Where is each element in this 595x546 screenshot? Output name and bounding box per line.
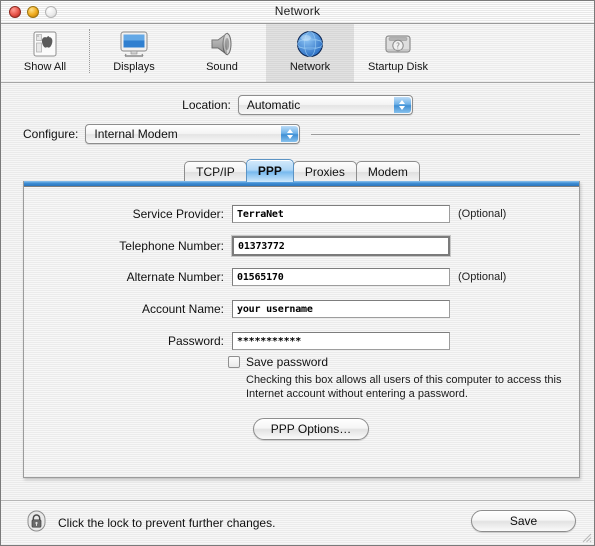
save-password-label: Save password [246,355,329,369]
resize-grip-icon[interactable] [579,530,592,543]
tab-proxies[interactable]: Proxies [292,161,357,182]
toolbar-item-sound[interactable]: Sound [178,24,266,73]
lock-closed-icon[interactable] [27,510,46,537]
network-preferences-window: Network Show All Displays Sound Network … [0,0,595,546]
show-all-icon [30,27,60,60]
account-name-input[interactable]: your username [232,300,450,318]
password-label: Password: [167,334,224,348]
tab-label: Proxies [304,165,345,179]
chevron-updown-icon [281,126,299,142]
preferences-toolbar: Show All Displays Sound Network ? Startu… [1,24,594,83]
configure-divider [311,133,580,135]
configure-value: Internal Modem [94,127,178,141]
window-title: Network [274,4,321,18]
toolbar-item-startup-disk[interactable]: ? Startup Disk [354,24,442,73]
field-row-password: Password: *********** [24,332,579,350]
toolbar-item-label: Show All [23,61,67,73]
ppp-tab-panel: Service Provider: TerraNet (Optional) Te… [23,181,580,478]
tab-tcpip[interactable]: TCP/IP [184,161,247,182]
password-input[interactable]: *********** [232,332,450,350]
configure-row: Configure: Internal Modem [23,124,580,144]
toolbar-item-label: Startup Disk [368,61,428,73]
preference-pane-content: Location: Automatic Configure: Internal … [1,83,594,524]
location-popup-button[interactable]: Automatic [237,95,413,115]
configure-popup-button[interactable]: Internal Modem [85,124,301,144]
toolbar-item-network[interactable]: Network [266,24,354,82]
tab-label: PPP [257,164,282,178]
toolbar-item-displays[interactable]: Displays [90,24,178,73]
location-row: Location: Automatic [1,95,594,115]
ppp-options-button[interactable]: PPP Options… [253,418,369,440]
configure-label: Configure: [23,127,79,141]
field-row-telephone-number: Telephone Number: 01373772 [24,236,579,256]
account-name-label: Account Name: [141,302,224,316]
telephone-number-input[interactable]: 01373772 [232,236,450,256]
svg-text:?: ? [396,41,400,50]
save-button[interactable]: Save [471,510,576,532]
save-password-help-text: Checking this box allows all users of th… [246,374,562,400]
field-row-account-name: Account Name: your username [24,300,579,318]
startup-disk-icon: ? [382,27,414,60]
ppp-form: Service Provider: TerraNet (Optional) Te… [24,187,579,477]
tab-ppp[interactable]: PPP [245,159,294,182]
location-label: Location: [182,98,231,112]
bottom-bar: Click the lock to prevent further change… [1,500,594,545]
toolbar-item-label: Network [289,61,331,73]
location-value: Automatic [246,98,301,112]
alternate-number-label: Alternate Number: [126,270,224,284]
toolbar-item-show-all[interactable]: Show All [1,24,89,73]
lock-hint-text: Click the lock to prevent further change… [58,516,276,530]
displays-icon [118,27,150,60]
save-password-checkbox[interactable] [228,356,240,368]
sound-icon [206,27,238,60]
tab-label: Modem [367,165,408,179]
field-row-service-provider: Service Provider: TerraNet (Optional) [24,205,579,223]
toolbar-item-label: Sound [206,61,238,73]
service-provider-optional-note: (Optional) [458,208,507,220]
save-button-label: Save [509,514,538,528]
telephone-number-label: Telephone Number: [119,239,224,253]
ppp-options-label: PPP Options… [270,422,352,436]
alternate-number-optional-note: (Optional) [458,271,507,283]
alternate-number-input[interactable]: 01565170 [232,268,450,286]
title-bar: Network [1,1,594,24]
service-provider-label: Service Provider: [132,207,224,221]
chevron-updown-icon [393,97,411,113]
tab-label: TCP/IP [196,165,235,179]
toolbar-item-label: Displays [113,61,155,73]
tab-strip: TCP/IP PPP Proxies Modem [23,159,580,182]
tab-modem[interactable]: Modem [355,161,420,182]
network-icon [295,27,325,60]
save-password-checkbox-row[interactable]: Save password [228,355,328,369]
field-row-alternate-number: Alternate Number: 01565170 (Optional) [24,268,579,286]
service-provider-input[interactable]: TerraNet [232,205,450,223]
